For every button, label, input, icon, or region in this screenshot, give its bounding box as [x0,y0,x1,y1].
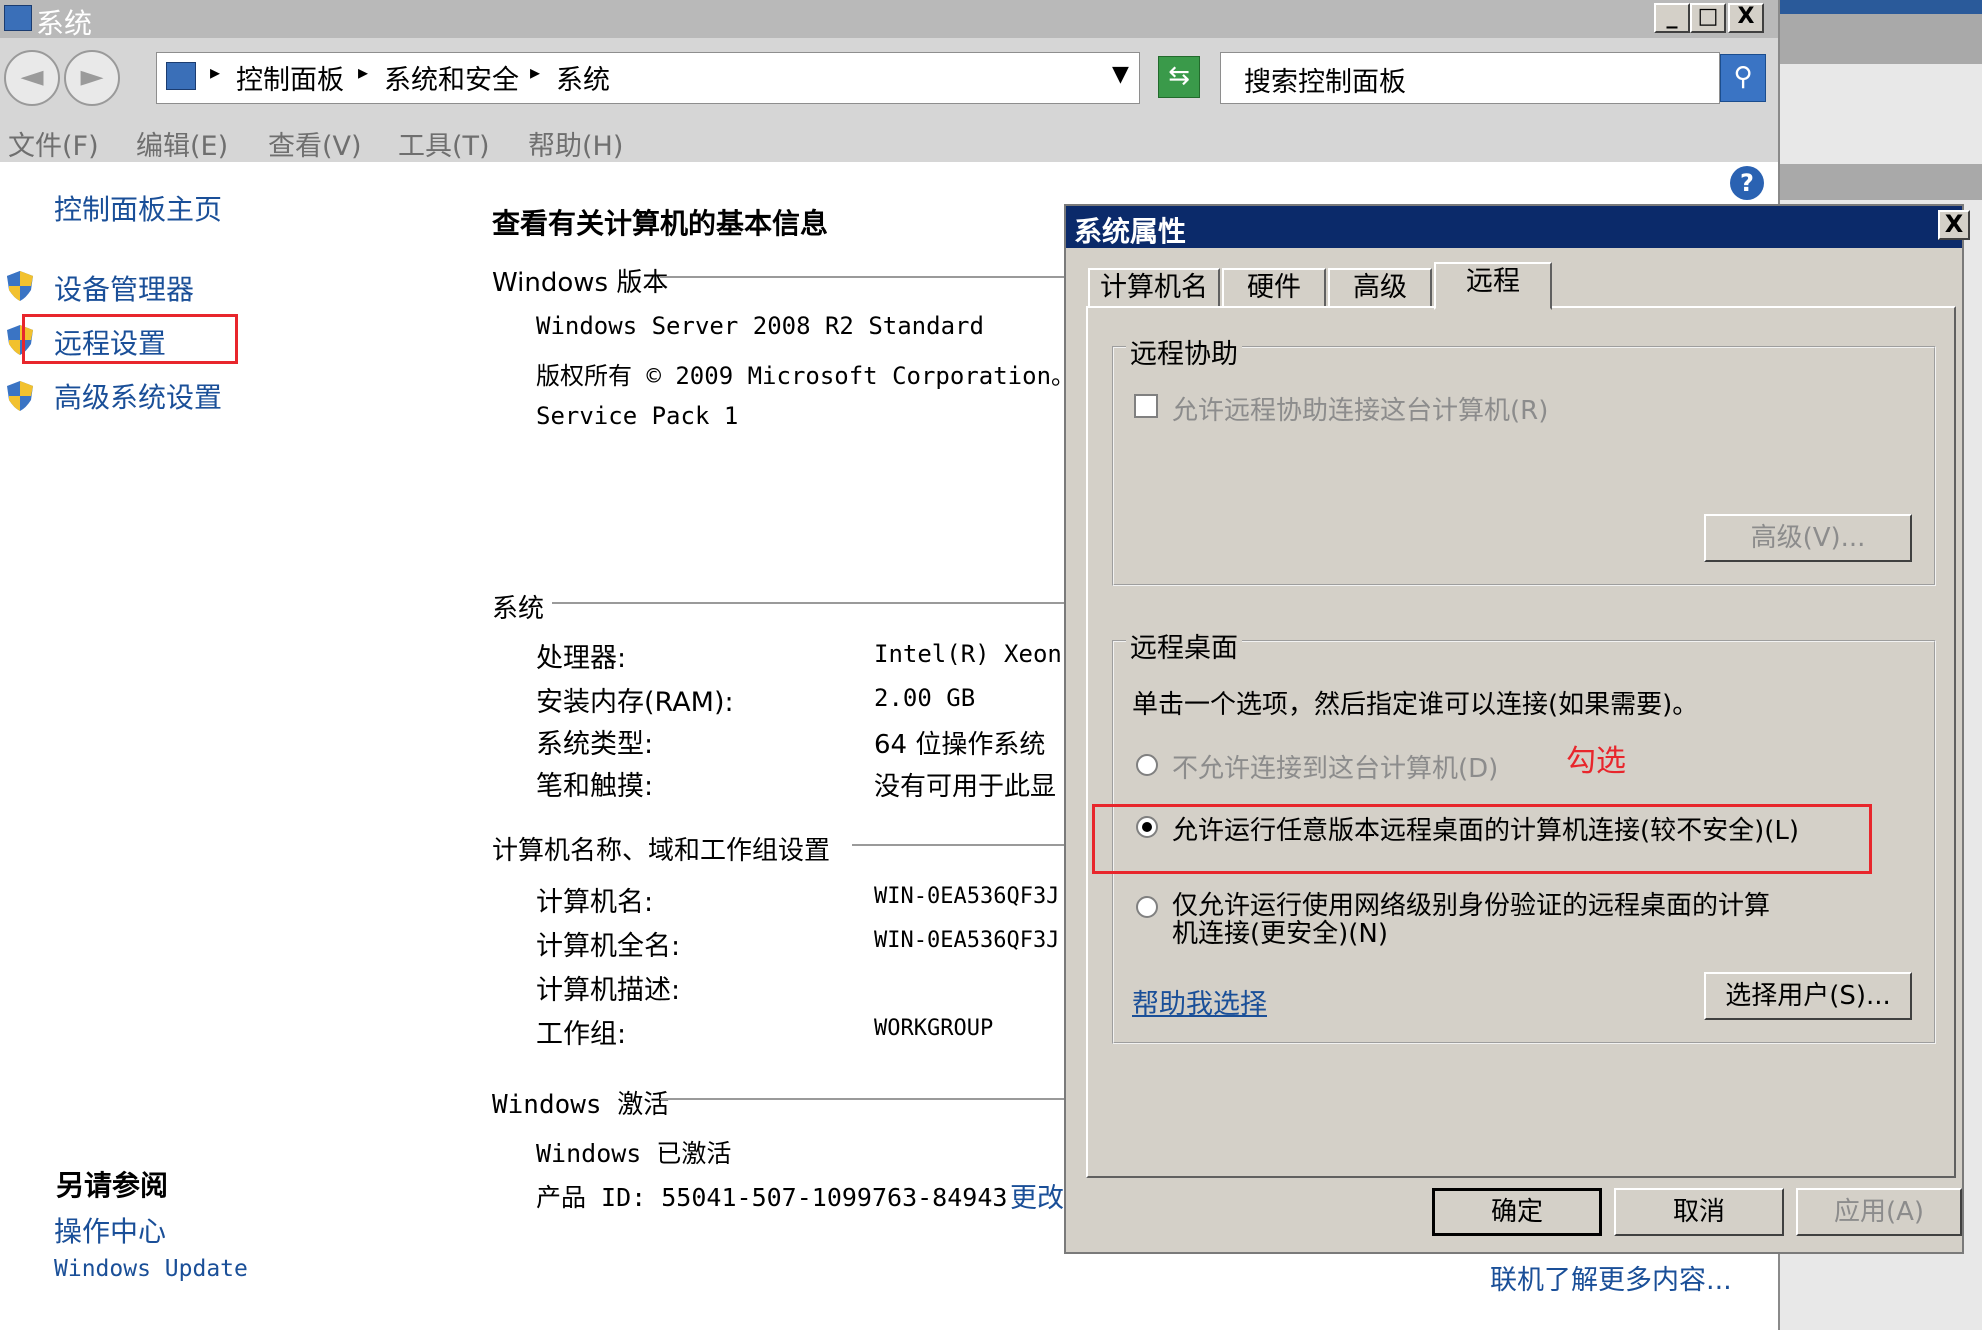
help-icon[interactable]: ? [1730,166,1764,200]
nla-only-label: 仅允许运行使用网络级别身份验证的远程桌面的计算机连接(更安全)(N) [1172,891,1771,949]
close-button[interactable]: X [1728,3,1764,33]
copyright-text: 版权所有 © 2009 Microsoft Corporation。 [536,362,1076,390]
dialog-close-button[interactable]: X [1938,210,1970,240]
apply-button[interactable]: 应用(A) [1796,1188,1962,1236]
refresh-icon[interactable]: ⇆ [1158,56,1200,98]
name-section-title: 计算机名称、域和工作组设置 [492,836,831,866]
breadcrumb-arrow-icon[interactable]: ▸ [210,60,220,84]
ok-button[interactable]: 确定 [1432,1188,1602,1236]
title-bar [0,0,1778,38]
maximize-button[interactable]: □ [1690,3,1726,33]
breadcrumb-system-security[interactable]: 系统和安全 [384,58,519,97]
cancel-button[interactable]: 取消 [1614,1188,1784,1236]
divider [660,276,1064,278]
menu-help[interactable]: 帮助(H) [528,124,623,163]
workgroup-value: WORKGROUP [874,1016,994,1041]
see-also-title: 另请参阅 [56,1169,169,1202]
allow-assistance-checkbox[interactable] [1134,394,1158,418]
search-placeholder: 搜索控制面板 [1244,67,1406,98]
remote-assistance-legend: 远程协助 [1126,332,1242,371]
allow-assistance-label: 允许远程协助连接这台计算机(R) [1172,396,1549,426]
full-name-label: 计算机全名: [536,931,681,962]
computer-name-label: 计算机名: [536,887,654,918]
system-type-label: 系统类型: [536,729,654,760]
menu-tools[interactable]: 工具(T) [398,124,490,163]
page-title: 查看有关计算机的基本信息 [492,207,829,240]
windows-update-link[interactable]: Windows Update [54,1256,248,1282]
control-panel-home-link[interactable]: 控制面板主页 [54,188,222,228]
tab-hardware[interactable]: 硬件 [1222,268,1326,308]
breadcrumb-system[interactable]: 系统 [556,58,610,97]
activation-status: Windows 已激活 [536,1139,732,1168]
breadcrumb-arrow-icon[interactable]: ▸ [358,60,368,84]
forward-icon[interactable]: ► [64,50,120,106]
breadcrumb-control-panel[interactable]: 控制面板 [236,58,344,97]
back-icon[interactable]: ◄ [4,50,60,106]
processor-label: 处理器: [536,643,627,674]
edition-value: Windows Server 2008 R2 Standard [536,312,984,340]
background-window-bar [1780,14,1982,64]
sidebar-item-advanced-settings[interactable]: 高级系统设置 [54,376,222,416]
computer-name-value: WIN-0EA536QF3J [874,884,1060,909]
activation-section-title: Windows 激活 [492,1090,670,1120]
learn-more-online-link[interactable]: 联机了解更多内容... [1490,1258,1732,1297]
help-me-choose-link[interactable]: 帮助我选择 [1132,982,1267,1021]
divider [552,602,1064,604]
sidebar-item-device-manager[interactable]: 设备管理器 [54,268,194,308]
change-key-link[interactable]: 更改 [1010,1176,1064,1215]
control-panel-icon [166,62,196,90]
pen-touch-value: 没有可用于此显 [874,772,1057,802]
breadcrumb-arrow-icon[interactable]: ▸ [530,60,540,84]
divider [852,844,1064,846]
dialog-title-bar [1066,206,1962,248]
system-type-value: 64 位操作系统 [874,730,1046,760]
remote-desktop-instruction: 单击一个选项，然后指定谁可以连接(如果需要)。 [1132,690,1699,720]
chevron-down-icon[interactable]: ▼ [1112,62,1129,87]
remote-desktop-legend: 远程桌面 [1126,626,1242,665]
menu-file[interactable]: 文件(F) [8,124,99,163]
select-users-button[interactable]: 选择用户(S)... [1704,972,1912,1020]
full-name-value: WIN-0EA536QF3J [874,928,1060,953]
action-center-link[interactable]: 操作中心 [54,1210,166,1250]
annotation-text: 勾选 [1566,744,1626,779]
ram-label: 安装内存(RAM): [536,687,734,718]
no-connection-label: 不允许连接到这台计算机(D) [1172,754,1499,784]
window-title: 系统 [36,7,93,40]
background-window-bar [1780,0,1982,14]
background-window-bar [1780,164,1982,200]
highlight-box [1092,804,1872,874]
ram-value: 2.00 GB [874,684,976,712]
tab-computer-name[interactable]: 计算机名 [1088,268,1220,308]
shield-icon [7,381,33,411]
description-label: 计算机描述: [536,975,681,1006]
tab-remote[interactable]: 远程 [1434,262,1552,310]
dialog-title: 系统属性 [1074,215,1187,248]
assistance-advanced-button[interactable]: 高级(V)... [1704,514,1912,562]
menu-view[interactable]: 查看(V) [268,124,362,163]
product-id: 产品 ID: 55041-507-1099763-84943 [536,1183,1008,1212]
nla-only-radio[interactable] [1136,896,1158,918]
minimize-button[interactable]: _ [1654,3,1690,33]
no-connection-radio[interactable] [1136,754,1158,776]
system-section-title: 系统 [492,594,545,624]
service-pack: Service Pack 1 [536,402,739,430]
workgroup-label: 工作组: [536,1019,627,1050]
shield-icon [7,271,33,301]
pen-touch-label: 笔和触摸: [536,771,654,802]
tab-advanced[interactable]: 高级 [1328,268,1432,308]
menu-edit[interactable]: 编辑(E) [136,124,228,163]
processor-value: Intel(R) Xeon( [874,640,1077,668]
menu-bar [0,122,1778,162]
system-icon [4,5,32,31]
highlight-box [22,314,238,364]
search-icon[interactable]: ⚲ [1720,54,1766,102]
edition-section-title: Windows 版本 [492,268,669,298]
divider [660,1098,1064,1100]
